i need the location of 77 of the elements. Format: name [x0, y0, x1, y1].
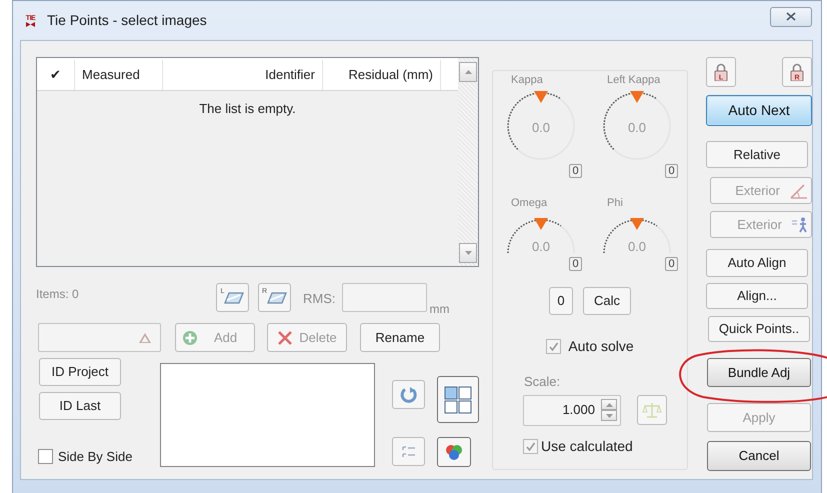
calc-button[interactable]: Calc	[583, 287, 631, 315]
rms-field[interactable]	[342, 283, 426, 312]
spin-up-button[interactable]	[601, 399, 617, 410]
action-button[interactable]: Bundle Adj	[707, 358, 811, 387]
refresh-icon	[400, 386, 418, 404]
dial-label: Phi	[607, 197, 624, 209]
close-icon	[786, 12, 796, 21]
empty-list-message: The list is empty.	[199, 100, 296, 118]
dial-label: Left Kappa	[607, 74, 662, 86]
color-circles-icon	[445, 443, 463, 461]
scroll-down-button[interactable]	[459, 243, 477, 263]
column-header[interactable]: Measured	[75, 60, 163, 90]
action-button[interactable]: Cancel	[707, 441, 811, 471]
down-arrow-icon	[606, 414, 612, 418]
walking-person-icon	[792, 216, 808, 232]
dial-drawing	[507, 91, 575, 160]
dial-value: 0.0	[532, 239, 550, 253]
identifier-field[interactable]	[38, 323, 161, 352]
toolbar-button[interactable]: Rename	[360, 323, 440, 352]
action-button[interactable]: Auto Align	[706, 249, 808, 277]
scrollbar[interactable]	[458, 58, 478, 266]
up-arrow-icon	[464, 70, 472, 74]
items-count: Items: 0	[36, 286, 80, 303]
action-button[interactable]: Auto Next	[706, 95, 812, 126]
image-frame-icon	[224, 290, 244, 304]
plus-icon	[182, 330, 198, 346]
grid-icon	[444, 386, 472, 414]
count-indicator: 0	[665, 257, 678, 271]
count-indicator: 0	[569, 164, 582, 178]
close-button[interactable]	[770, 6, 812, 26]
offset-value: 0	[549, 287, 573, 315]
cross-icon	[277, 330, 294, 346]
balance-icon	[642, 401, 662, 419]
checkbox-label: Side By Side	[58, 448, 132, 466]
spin-down-button[interactable]	[601, 410, 617, 421]
scale-button[interactable]	[637, 395, 667, 425]
checkbox[interactable]	[523, 438, 538, 454]
rms-label: RMS:	[303, 290, 336, 308]
up-arrow-icon	[606, 402, 612, 406]
action-button[interactable]: Quick Points..	[708, 316, 810, 342]
refresh-button[interactable]	[392, 380, 425, 409]
padlock-icon	[714, 64, 728, 81]
dial-drawing	[603, 218, 671, 253]
list-icon	[400, 444, 416, 460]
column-header[interactable]: Identifier	[163, 60, 323, 90]
dial-drawing	[603, 91, 671, 160]
list-view-button[interactable]	[392, 437, 425, 466]
count-indicator: 0	[665, 164, 678, 178]
column-header[interactable]: Residual (mm)	[323, 60, 441, 90]
column-header[interactable]: ✔	[37, 60, 75, 90]
action-button[interactable]: Align...	[706, 283, 808, 309]
image-frame-icon	[267, 290, 288, 304]
id-button[interactable]: ID Project	[39, 358, 121, 386]
dial-label: Omega	[511, 197, 548, 209]
checkbox-label: Auto solve	[568, 337, 634, 356]
padlock-icon	[790, 64, 804, 81]
dial-value: 0.0	[628, 120, 646, 135]
unit-label: mm	[430, 301, 450, 318]
dial-label: Kappa	[511, 74, 544, 86]
id-button[interactable]: ID Last	[39, 392, 121, 420]
down-arrow-icon	[464, 251, 472, 255]
angle-icon	[790, 182, 808, 198]
scroll-up-button[interactable]	[459, 62, 477, 82]
grid-view-button[interactable]	[437, 376, 479, 423]
window-title: Tie Points - select images	[47, 11, 207, 30]
checkbox-label: Use calculated	[541, 436, 633, 456]
dial-value: 0.0	[628, 239, 646, 253]
scale-spinner[interactable]: 1.000	[523, 394, 621, 426]
checkbox[interactable]	[546, 339, 562, 354]
color-button[interactable]	[437, 437, 471, 467]
warning-icon	[138, 332, 152, 344]
action-button[interactable]: Relative	[706, 141, 808, 168]
checkbox[interactable]	[38, 448, 53, 464]
count-indicator: 0	[569, 257, 582, 271]
dial-drawing	[507, 218, 575, 253]
dial-value: 0.0	[532, 120, 550, 135]
scale-label: Scale:	[524, 373, 560, 391]
